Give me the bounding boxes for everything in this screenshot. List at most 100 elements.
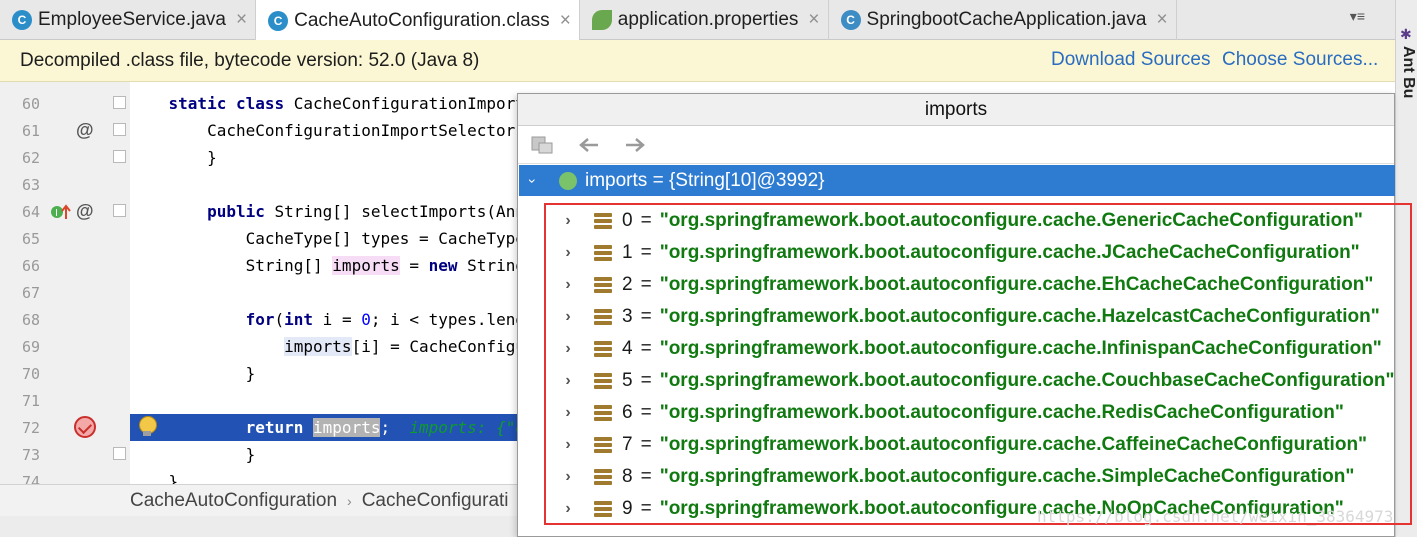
tab-label: SpringbootCacheApplication.java <box>866 9 1147 30</box>
equals-sign: = <box>640 210 652 231</box>
line-number: 74 <box>21 473 40 484</box>
field-icon <box>594 245 612 261</box>
popup-toolbar <box>518 126 1394 164</box>
item-index: 2 <box>622 274 633 295</box>
fold-marker-icon[interactable] <box>113 96 126 109</box>
class-icon: C <box>12 10 32 30</box>
line-number: 61 <box>21 122 40 140</box>
tree-item[interactable]: › 1 = "org.springframework.boot.autoconf… <box>560 237 1360 269</box>
tree-item[interactable]: › 8 = "org.springframework.boot.autoconf… <box>560 461 1354 493</box>
close-icon[interactable]: × <box>560 10 571 32</box>
close-icon[interactable]: × <box>808 9 819 31</box>
chevron-right-icon[interactable]: › <box>560 404 576 422</box>
item-index: 9 <box>622 498 633 519</box>
chevron-right-icon[interactable]: › <box>560 244 576 262</box>
equals-sign: = <box>640 466 652 487</box>
item-index: 1 <box>622 242 633 263</box>
tab-label: EmployeeService.java <box>38 9 226 30</box>
item-index: 3 <box>622 306 633 327</box>
line-number: 73 <box>21 446 40 464</box>
line-number: 60 <box>21 95 40 113</box>
code-text: imports[i] = CacheConfigura <box>284 337 545 356</box>
tree-item[interactable]: › 0 = "org.springframework.boot.autoconf… <box>560 205 1363 237</box>
tree-item[interactable]: › 3 = "org.springframework.boot.autoconf… <box>560 301 1380 333</box>
fold-marker-icon[interactable] <box>113 447 126 460</box>
item-value: "org.springframework.boot.autoconfigure.… <box>659 306 1380 327</box>
line-number: 67 <box>21 284 40 302</box>
code-text: static class CacheConfigurationImportS <box>168 94 535 113</box>
ant-build-tool-button[interactable]: Ant Bu <box>1399 46 1417 98</box>
equals-sign: = <box>640 306 652 327</box>
choose-sources-link[interactable]: Choose Sources... <box>1222 49 1378 71</box>
line-number: 66 <box>21 257 40 275</box>
ant-icon: ✱ <box>1400 26 1412 42</box>
tab-label: application.properties <box>617 9 799 30</box>
breakpoint-icon[interactable] <box>74 416 96 438</box>
item-index: 0 <box>622 210 633 231</box>
close-icon[interactable]: × <box>1156 9 1167 31</box>
chevron-right-icon[interactable]: › <box>560 340 576 358</box>
override-at-icon[interactable]: @ <box>76 120 94 141</box>
line-number: 62 <box>21 149 40 167</box>
forward-arrow-icon[interactable] <box>622 133 648 157</box>
override-at-icon[interactable]: @ <box>76 201 94 222</box>
download-sources-link[interactable]: Download Sources <box>1051 49 1210 71</box>
back-arrow-icon[interactable] <box>576 133 602 157</box>
tree-item[interactable]: › 2 = "org.springframework.boot.autoconf… <box>560 269 1373 301</box>
item-value: "org.springframework.boot.autoconfigure.… <box>659 242 1360 263</box>
item-index: 7 <box>622 434 633 455</box>
properties-icon <box>591 10 612 30</box>
equals-sign: = <box>640 274 652 295</box>
variable-icon <box>559 171 577 190</box>
close-icon[interactable]: × <box>236 9 247 31</box>
item-value: "org.springframework.boot.autoconfigure.… <box>659 402 1344 423</box>
breadcrumb-item[interactable]: CacheAutoConfiguration <box>130 490 337 512</box>
fold-marker-icon[interactable] <box>113 204 126 217</box>
code-text: String[] imports = new String[t <box>168 256 545 275</box>
fold-marker-icon[interactable] <box>113 150 126 163</box>
tab-application-properties[interactable]: application.properties × <box>580 0 829 40</box>
code-text: for(int i = 0; i < types.length <box>245 310 545 329</box>
tab-employee-service[interactable]: C EmployeeService.java × <box>0 0 257 40</box>
equals-sign: = <box>640 402 652 423</box>
code-text: } <box>207 445 256 464</box>
item-value: "org.springframework.boot.autoconfigure.… <box>659 370 1395 391</box>
equals-sign: = <box>640 498 652 519</box>
item-value: "org.springframework.boot.autoconfigure.… <box>659 210 1363 231</box>
popup-title: imports <box>518 94 1394 126</box>
breadcrumb-item[interactable]: CacheConfigurati <box>362 490 509 512</box>
tab-list-menu-icon[interactable]: ▾≡ <box>1350 8 1365 25</box>
chevron-right-icon[interactable]: › <box>560 372 576 390</box>
tree-item[interactable]: › 5 = "org.springframework.boot.autoconf… <box>560 365 1395 397</box>
line-number: 69 <box>21 338 40 356</box>
item-index: 8 <box>622 466 633 487</box>
implements-method-icon[interactable]: I <box>50 203 72 226</box>
equals-sign: = <box>640 338 652 359</box>
chevron-right-icon[interactable]: › <box>560 468 576 486</box>
item-value: "org.springframework.boot.autoconfigure.… <box>659 274 1374 295</box>
fold-marker-icon[interactable] <box>113 123 126 136</box>
tab-springboot-cache-application[interactable]: C SpringbootCacheApplication.java × <box>829 0 1177 40</box>
item-index: 6 <box>622 402 633 423</box>
breadcrumb-separator-icon: › <box>347 492 352 509</box>
field-icon <box>594 341 612 357</box>
field-icon <box>594 373 612 389</box>
chevron-right-icon[interactable]: › <box>560 308 576 326</box>
tree-root-row[interactable]: › imports = {String[10]@3992} <box>519 165 1395 196</box>
line-number: 68 <box>21 311 40 329</box>
code-text: public String[] selectImports(Anno <box>207 202 535 221</box>
equals-sign: = <box>640 370 652 391</box>
tab-cache-auto-configuration[interactable]: C CacheAutoConfiguration.class × <box>256 0 580 41</box>
chevron-right-icon[interactable]: › <box>560 500 576 518</box>
tree-item[interactable]: › 6 = "org.springframework.boot.autoconf… <box>560 397 1344 429</box>
evaluate-icon[interactable] <box>530 133 556 157</box>
tree-item[interactable]: › 4 = "org.springframework.boot.autoconf… <box>560 333 1382 365</box>
tree-item[interactable]: › 7 = "org.springframework.boot.autoconf… <box>560 429 1367 461</box>
chevron-right-icon[interactable]: › <box>560 212 576 230</box>
chevron-right-icon[interactable]: › <box>560 276 576 294</box>
line-number: 71 <box>21 392 40 410</box>
field-icon <box>594 469 612 485</box>
chevron-right-icon[interactable]: › <box>560 436 576 454</box>
chevron-down-icon[interactable]: › <box>525 173 541 189</box>
line-number: 70 <box>21 365 40 383</box>
